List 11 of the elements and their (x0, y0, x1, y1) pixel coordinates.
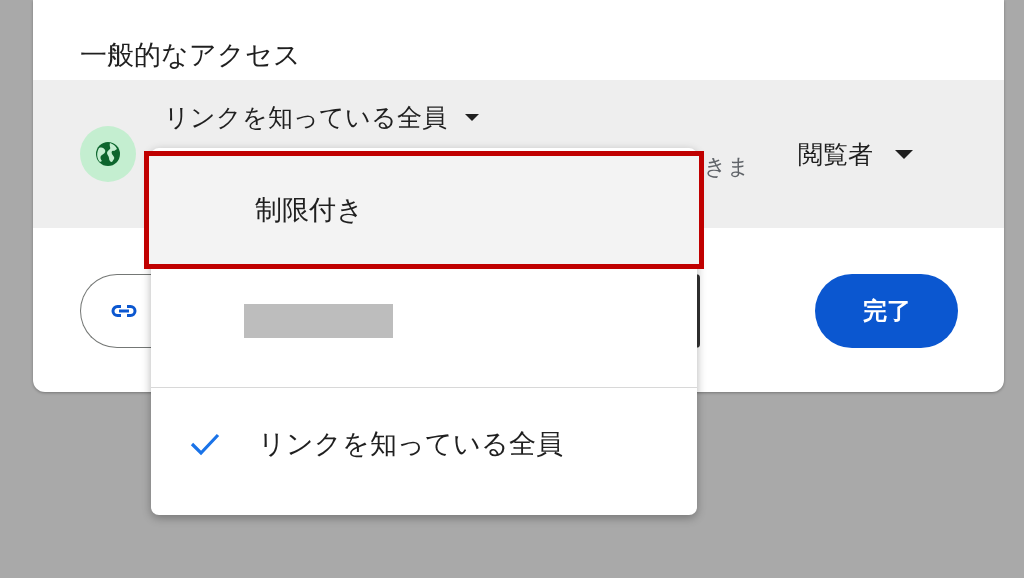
done-button[interactable]: 完了 (815, 274, 958, 348)
access-dropdown[interactable]: リンクを知っている全員 (164, 100, 764, 134)
caret-icon (465, 113, 479, 121)
role-dropdown[interactable]: 閲覧者 (798, 137, 913, 171)
caret-icon (895, 149, 913, 159)
globe-icon (80, 126, 136, 182)
access-description: きま (704, 152, 751, 181)
link-icon (111, 304, 137, 318)
section-title: 一般的なアクセス (79, 38, 302, 72)
check-icon (188, 432, 221, 456)
menu-item[interactable]: リンクを知っている全員 (151, 388, 697, 500)
